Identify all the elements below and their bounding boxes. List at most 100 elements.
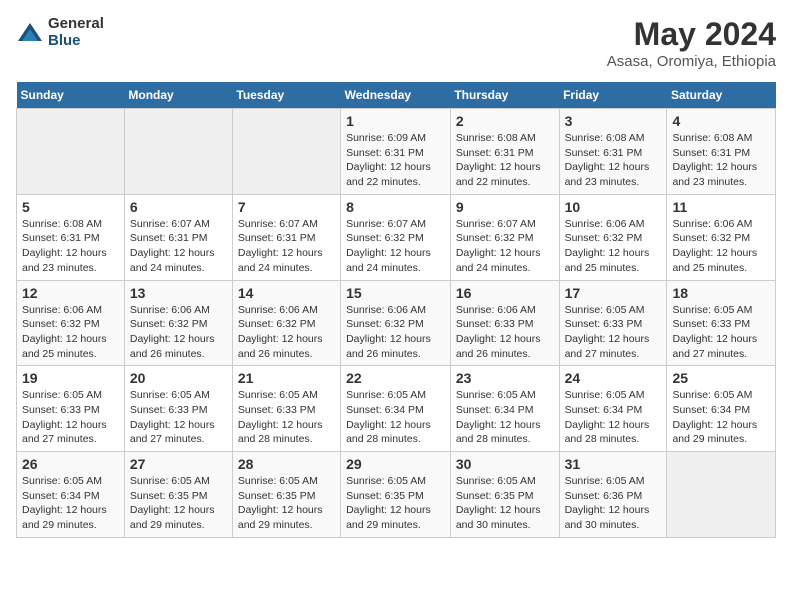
day-number: 19 [22,370,119,386]
weekday-header-monday: Monday [124,82,232,109]
day-info: Sunrise: 6:05 AM Sunset: 6:35 PM Dayligh… [456,474,554,533]
calendar-cell: 16 Sunrise: 6:06 AM Sunset: 6:33 PM Dayli… [450,280,559,366]
day-number: 20 [130,370,227,386]
calendar-cell: 14 Sunrise: 6:06 AM Sunset: 6:32 PM Dayli… [232,280,340,366]
day-number: 11 [672,199,770,215]
week-row-3: 12 Sunrise: 6:06 AM Sunset: 6:32 PM Dayli… [17,280,776,366]
calendar-cell: 2 Sunrise: 6:08 AM Sunset: 6:31 PM Daylig… [450,109,559,195]
day-info: Sunrise: 6:06 AM Sunset: 6:32 PM Dayligh… [22,303,119,362]
calendar-cell: 27Sunrise: 6:05 AM Sunset: 6:35 PM Dayli… [124,452,232,538]
calendar-cell: 24Sunrise: 6:05 AM Sunset: 6:34 PM Dayli… [559,366,667,452]
calendar-cell: 3Sunrise: 6:08 AM Sunset: 6:31 PM Daylig… [559,109,667,195]
day-info: Sunrise: 6:05 AM Sunset: 6:35 PM Dayligh… [238,474,335,533]
calendar-cell: 13 Sunrise: 6:06 AM Sunset: 6:32 PM Dayli… [124,280,232,366]
calendar-cell: 23 Sunrise: 6:05 AM Sunset: 6:34 PM Dayli… [450,366,559,452]
day-number: 5 [22,199,119,215]
calendar-title: May 2024 [607,16,776,53]
calendar-cell: 31 Sunrise: 6:05 AM Sunset: 6:36 PM Dayli… [559,452,667,538]
day-info: Sunrise: 6:05 AM Sunset: 6:33 PM Dayligh… [565,303,662,362]
title-block: May 2024 Asasa, Oromiya, Ethiopia [607,16,776,70]
day-number: 2 [456,113,554,129]
logo-general: General [48,16,104,33]
day-number: 12 [22,285,119,301]
day-info: Sunrise: 6:08 AM Sunset: 6:31 PM Dayligh… [565,131,662,190]
day-info: Sunrise: 6:05 AM Sunset: 6:34 PM Dayligh… [346,388,445,447]
calendar-cell: 19 Sunrise: 6:05 AM Sunset: 6:33 PM Dayli… [17,366,125,452]
calendar-cell: 22 Sunrise: 6:05 AM Sunset: 6:34 PM Dayli… [341,366,451,452]
day-info: Sunrise: 6:05 AM Sunset: 6:33 PM Dayligh… [238,388,335,447]
day-info: Sunrise: 6:07 AM Sunset: 6:32 PM Dayligh… [346,217,445,276]
day-info: Sunrise: 6:07 AM Sunset: 6:32 PM Dayligh… [456,217,554,276]
day-number: 16 [456,285,554,301]
calendar-cell: 8 Sunrise: 6:07 AM Sunset: 6:32 PM Daylig… [341,194,451,280]
day-number: 15 [346,285,445,301]
logo: General Blue [16,16,104,49]
calendar-cell: 18Sunrise: 6:05 AM Sunset: 6:33 PM Dayli… [667,280,776,366]
day-info: Sunrise: 6:06 AM Sunset: 6:32 PM Dayligh… [130,303,227,362]
calendar-cell: 1 Sunrise: 6:09 AM Sunset: 6:31 PM Daylig… [341,109,451,195]
day-info: Sunrise: 6:07 AM Sunset: 6:31 PM Dayligh… [238,217,335,276]
calendar-table: SundayMondayTuesdayWednesdayThursdayFrid… [16,82,776,538]
day-info: Sunrise: 6:06 AM Sunset: 6:32 PM Dayligh… [565,217,662,276]
calendar-cell [232,109,340,195]
calendar-cell: 5Sunrise: 6:08 AM Sunset: 6:31 PM Daylig… [17,194,125,280]
day-number: 7 [238,199,335,215]
day-info: Sunrise: 6:08 AM Sunset: 6:31 PM Dayligh… [456,131,554,190]
day-info: Sunrise: 6:05 AM Sunset: 6:33 PM Dayligh… [22,388,119,447]
day-number: 13 [130,285,227,301]
calendar-cell: 11 Sunrise: 6:06 AM Sunset: 6:32 PM Dayli… [667,194,776,280]
day-number: 8 [346,199,445,215]
calendar-cell: 25Sunrise: 6:05 AM Sunset: 6:34 PM Dayli… [667,366,776,452]
day-info: Sunrise: 6:09 AM Sunset: 6:31 PM Dayligh… [346,131,445,190]
day-number: 6 [130,199,227,215]
calendar-cell: 15 Sunrise: 6:06 AM Sunset: 6:32 PM Dayli… [341,280,451,366]
day-number: 25 [672,370,770,386]
calendar-cell: 4 Sunrise: 6:08 AM Sunset: 6:31 PM Daylig… [667,109,776,195]
calendar-cell: 10Sunrise: 6:06 AM Sunset: 6:32 PM Dayli… [559,194,667,280]
calendar-cell: 20Sunrise: 6:05 AM Sunset: 6:33 PM Dayli… [124,366,232,452]
day-number: 23 [456,370,554,386]
calendar-cell [124,109,232,195]
day-info: Sunrise: 6:06 AM Sunset: 6:32 PM Dayligh… [238,303,335,362]
weekday-header-sunday: Sunday [17,82,125,109]
day-info: Sunrise: 6:07 AM Sunset: 6:31 PM Dayligh… [130,217,227,276]
day-number: 4 [672,113,770,129]
day-number: 31 [565,456,662,472]
day-number: 1 [346,113,445,129]
day-number: 30 [456,456,554,472]
day-number: 9 [456,199,554,215]
day-info: Sunrise: 6:05 AM Sunset: 6:36 PM Dayligh… [565,474,662,533]
calendar-cell [17,109,125,195]
day-info: Sunrise: 6:05 AM Sunset: 6:34 PM Dayligh… [456,388,554,447]
calendar-cell: 12 Sunrise: 6:06 AM Sunset: 6:32 PM Dayli… [17,280,125,366]
calendar-cell: 9 Sunrise: 6:07 AM Sunset: 6:32 PM Daylig… [450,194,559,280]
weekday-header-saturday: Saturday [667,82,776,109]
day-number: 28 [238,456,335,472]
day-number: 17 [565,285,662,301]
calendar-cell: 26 Sunrise: 6:05 AM Sunset: 6:34 PM Dayli… [17,452,125,538]
calendar-cell: 21 Sunrise: 6:05 AM Sunset: 6:33 PM Dayli… [232,366,340,452]
day-info: Sunrise: 6:05 AM Sunset: 6:33 PM Dayligh… [672,303,770,362]
day-number: 14 [238,285,335,301]
day-number: 27 [130,456,227,472]
day-number: 29 [346,456,445,472]
day-info: Sunrise: 6:06 AM Sunset: 6:33 PM Dayligh… [456,303,554,362]
logo-icon [16,19,44,47]
calendar-cell: 7 Sunrise: 6:07 AM Sunset: 6:31 PM Daylig… [232,194,340,280]
day-info: Sunrise: 6:06 AM Sunset: 6:32 PM Dayligh… [346,303,445,362]
week-row-5: 26 Sunrise: 6:05 AM Sunset: 6:34 PM Dayli… [17,452,776,538]
calendar-subtitle: Asasa, Oromiya, Ethiopia [607,53,776,70]
calendar-cell: 28 Sunrise: 6:05 AM Sunset: 6:35 PM Dayli… [232,452,340,538]
day-number: 26 [22,456,119,472]
day-number: 21 [238,370,335,386]
day-info: Sunrise: 6:05 AM Sunset: 6:35 PM Dayligh… [346,474,445,533]
day-info: Sunrise: 6:06 AM Sunset: 6:32 PM Dayligh… [672,217,770,276]
day-number: 22 [346,370,445,386]
day-info: Sunrise: 6:08 AM Sunset: 6:31 PM Dayligh… [672,131,770,190]
day-info: Sunrise: 6:05 AM Sunset: 6:34 PM Dayligh… [22,474,119,533]
weekday-header-tuesday: Tuesday [232,82,340,109]
weekday-header-thursday: Thursday [450,82,559,109]
week-row-4: 19 Sunrise: 6:05 AM Sunset: 6:33 PM Dayli… [17,366,776,452]
day-info: Sunrise: 6:05 AM Sunset: 6:34 PM Dayligh… [565,388,662,447]
calendar-cell [667,452,776,538]
